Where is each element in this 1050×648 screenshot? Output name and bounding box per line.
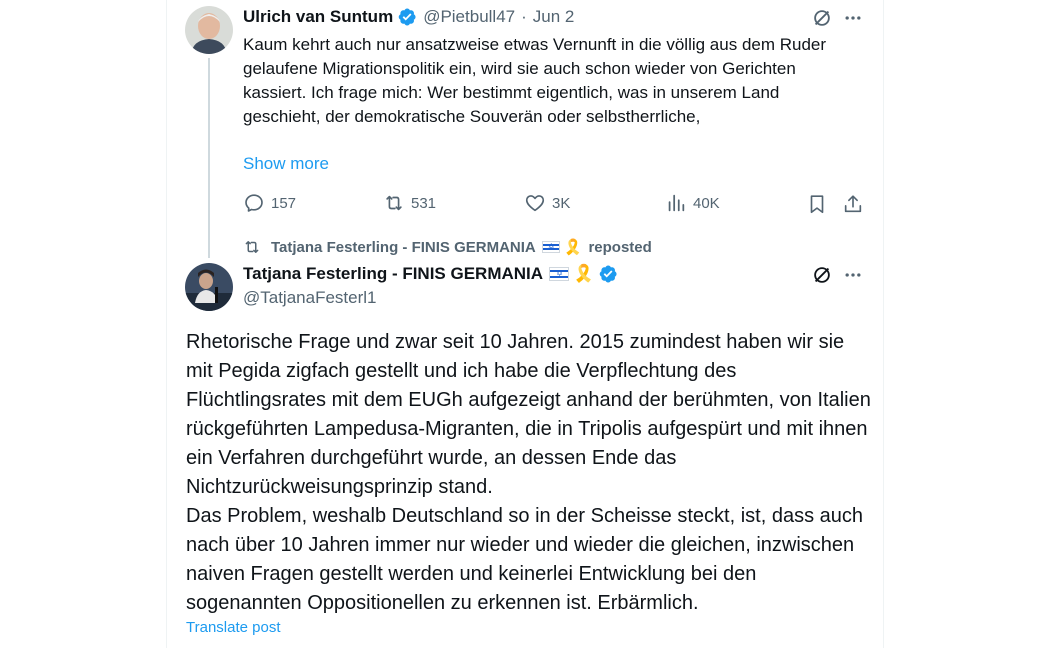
views-count: 40K (693, 194, 720, 212)
grok-icon[interactable] (810, 263, 834, 287)
repost-button[interactable]: 531 (383, 192, 436, 214)
share-icon[interactable] (841, 192, 865, 216)
author-name[interactable]: Ulrich van Suntum (243, 7, 393, 27)
like-count: 3K (552, 194, 571, 212)
like-icon (525, 195, 545, 212)
repost-banner-label: reposted (588, 238, 652, 256)
separator-dot: · (521, 7, 527, 26)
reply-count: 157 (271, 194, 297, 212)
repost-banner-icon (245, 241, 259, 253)
reply-icon (245, 194, 263, 212)
verified-badge-icon (398, 8, 416, 26)
ribbon-emoji: 🎗️ (563, 239, 583, 256)
verified-badge-icon (599, 265, 617, 283)
like-button[interactable]: 3K (524, 192, 570, 214)
ribbon-emoji: 🎗️ (573, 264, 595, 283)
tweet2-header: Tatjana Festerling - FINIS GERMANIA ✡ 🎗️ (243, 264, 618, 284)
show-more-link[interactable]: Show more (243, 152, 329, 176)
grok-icon[interactable] (810, 6, 834, 30)
thread-line (208, 58, 210, 258)
avatar-tatjana[interactable] (185, 263, 233, 311)
author-name[interactable]: Tatjana Festerling - FINIS GERMANIA (243, 264, 543, 284)
repost-icon (386, 195, 402, 211)
repost-banner-name[interactable]: Tatjana Festerling - FINIS GERMANIA (271, 239, 536, 256)
tweet1-header: Ulrich van Suntum @Pietbull47 · Jun 2 (243, 7, 574, 27)
repost-banner: Tatjana Festerling - FINIS GERMANIA ✡ 🎗️… (243, 238, 652, 256)
views-icon (668, 194, 685, 212)
author-handle[interactable]: @TatjanaFesterl1 (243, 288, 377, 308)
tweet2-text: Rhetorische Frage und zwar seit 10 Jahre… (186, 331, 871, 614)
avatar-ulrich[interactable] (185, 6, 233, 54)
translate-post-link[interactable]: Translate post (186, 619, 281, 636)
bookmark-icon[interactable] (805, 192, 829, 216)
tweet-date[interactable]: Jun 2 (533, 7, 575, 27)
israel-flag-icon: ✡ (549, 267, 570, 281)
views-button[interactable]: 40K (665, 192, 720, 214)
tweet2-handle-row: @TatjanaFesterl1 (243, 288, 377, 308)
tweet1-text: Kaum kehrt auch nur ansatzweise etwas Ve… (243, 35, 827, 126)
repost-count: 531 (411, 194, 437, 212)
more-icon[interactable] (841, 263, 865, 287)
author-handle[interactable]: @Pietbull47 (423, 7, 515, 27)
more-icon[interactable] (841, 6, 865, 30)
israel-flag-icon: ✡ (541, 241, 560, 253)
reply-button[interactable]: 157 (243, 192, 296, 214)
